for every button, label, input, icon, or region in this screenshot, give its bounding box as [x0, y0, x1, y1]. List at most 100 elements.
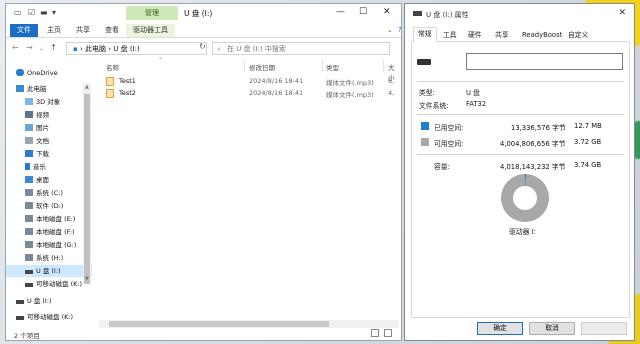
sidebar-item-drive-c[interactable]: 系统 (C:): [6, 187, 92, 199]
sidebar-item-downloads[interactable]: 下载: [6, 148, 92, 160]
search-icon: ⌕: [217, 45, 221, 53]
column-header-date[interactable]: 修改日期: [249, 62, 275, 72]
tab-drive-tools[interactable]: 驱动器工具: [126, 24, 175, 37]
drive-icon: [25, 202, 33, 209]
sidebar-item-3d[interactable]: 3D 对象: [6, 96, 92, 108]
sidebar-item-pictures[interactable]: 图片: [6, 122, 92, 134]
large-icons-view-icon[interactable]: [384, 329, 392, 337]
minimize-icon[interactable]: —: [336, 7, 345, 17]
picture-icon: [25, 124, 33, 131]
tab-general[interactable]: 常规: [413, 27, 437, 42]
tab-hardware[interactable]: 硬件: [464, 29, 486, 42]
tab-file[interactable]: 文件: [10, 24, 38, 37]
scroll-down-icon[interactable]: ▼: [85, 276, 89, 282]
usb-drive-icon: [25, 283, 33, 287]
desktop-icon: [25, 176, 33, 183]
file-date: 2024/8/16 18:41: [249, 89, 304, 97]
scroll-up-icon[interactable]: ▲: [85, 84, 89, 90]
new-folder-quick-icon[interactable]: ▬: [40, 8, 48, 17]
manage-context-tab[interactable]: 管理: [126, 6, 178, 20]
tab-customize[interactable]: 自定义: [564, 29, 592, 42]
search-input[interactable]: ⌕ 在 U 盘 (I:) 中搜索: [212, 42, 390, 55]
quick-access-dropdown-icon[interactable]: ▾: [52, 8, 56, 17]
used-space-label: 已用空间:: [434, 124, 464, 132]
sidebar-item-drive-k[interactable]: 可移动磁盘 (K:): [6, 278, 92, 290]
sidebar-item-drive-d[interactable]: 软件 (D:): [6, 200, 92, 212]
tab-sharing[interactable]: 共享: [491, 29, 513, 42]
cancel-button[interactable]: 取消: [529, 322, 575, 335]
sidebar-item-usb-root[interactable]: U 盘 (I:): [6, 295, 92, 307]
refresh-icon[interactable]: ↻: [199, 42, 209, 51]
tab-readyboost[interactable]: ReadyBoost: [518, 29, 566, 42]
horizontal-scroll-thumb[interactable]: [109, 321, 329, 327]
used-space-size: 12.7 MB: [574, 122, 602, 130]
usb-drive-icon: [16, 300, 24, 304]
filesystem-label: 文件系统:: [419, 102, 449, 110]
file-size: 4,: [388, 89, 395, 97]
details-view-icon[interactable]: [371, 329, 379, 337]
sidebar-item-drive-g[interactable]: 本地磁盘 (G:): [6, 239, 92, 251]
usb-drive-icon: [16, 316, 24, 320]
ok-button[interactable]: 确定: [477, 322, 523, 335]
free-space-size: 3.72 GB: [574, 138, 602, 146]
computer-icon: ▪: [73, 45, 78, 53]
apply-button[interactable]: [581, 322, 627, 335]
drive-icon: [25, 241, 33, 248]
dialog-title: U 盘 (I:) 属性: [413, 10, 469, 20]
tab-home[interactable]: 主页: [40, 24, 68, 37]
music-icon: [25, 163, 30, 170]
file-type: 媒体文件(.mp3): [326, 79, 374, 87]
table-row[interactable]: Test1 2024/8/16 18:41 媒体文件(.mp3) 6,: [98, 76, 398, 87]
sidebar-item-this-pc[interactable]: 此电脑: [6, 83, 92, 95]
window-title: U 盘 (I:): [184, 9, 213, 18]
recent-dropdown-icon[interactable]: ⌄: [39, 45, 44, 52]
properties-quick-icon[interactable]: ☑: [28, 8, 35, 17]
address-bar-row: ← → ⌄ ↑ ▪ › 此电脑 › U 盘 (I:) ↻ ⌕ 在 U 盘 (I:…: [6, 39, 401, 58]
table-row[interactable]: Test2 2024/8/16 18:41 媒体文件(.mp3) 4,: [98, 88, 398, 99]
sidebar-item-drive-f[interactable]: 本地磁盘 (F:): [6, 226, 92, 238]
forward-icon[interactable]: →: [26, 43, 33, 52]
address-box[interactable]: ▪ › 此电脑 › U 盘 (I:): [66, 42, 207, 55]
column-header-name[interactable]: 名称: [106, 62, 119, 72]
close-icon[interactable]: ✕: [618, 8, 626, 18]
file-date: 2024/8/16 18:41: [249, 77, 304, 85]
sidebar-item-documents[interactable]: 文档: [6, 135, 92, 147]
capacity-size: 3.74 GB: [574, 161, 602, 169]
video-icon: [25, 111, 33, 118]
tab-view[interactable]: 查看: [98, 24, 126, 37]
back-icon[interactable]: ←: [12, 43, 19, 52]
usb-drive-icon: [417, 59, 431, 65]
audio-file-icon: [106, 89, 114, 98]
sidebar-item-drive-i[interactable]: U 盘 (I:): [6, 265, 92, 277]
maximize-icon[interactable]: ☐: [359, 7, 367, 17]
tab-tools[interactable]: 工具: [439, 29, 461, 42]
drive-icon[interactable]: ▭: [14, 8, 22, 17]
document-icon: [25, 137, 33, 144]
type-label: 类型:: [419, 89, 435, 97]
file-name: Test2: [119, 89, 136, 97]
usb-drive-icon: [25, 270, 33, 274]
disk-usage-donut: [501, 174, 549, 222]
breadcrumb-usb[interactable]: U 盘 (I:): [113, 45, 139, 53]
sidebar-item-removable-root[interactable]: 可移动磁盘 (K:): [6, 311, 92, 323]
file-list: 名称 ⌃ 修改日期 类型 大小 Test1 2024/8/16 18:41 媒体…: [98, 57, 398, 323]
sidebar-item-music[interactable]: 音乐: [6, 161, 92, 173]
type-value: U 盘: [466, 89, 480, 97]
tab-share[interactable]: 共享: [69, 24, 97, 37]
close-icon[interactable]: ✕: [383, 7, 391, 17]
used-space-swatch: [421, 122, 429, 130]
sidebar-scroll-thumb[interactable]: [84, 94, 90, 284]
breadcrumb-this-pc[interactable]: 此电脑: [85, 45, 106, 53]
sidebar-item-drive-h[interactable]: 系统 (H:): [6, 252, 92, 264]
column-header-type[interactable]: 类型: [326, 62, 339, 72]
computer-icon: [16, 85, 24, 92]
cloud-icon: [16, 69, 24, 76]
sidebar-item-drive-e[interactable]: 本地磁盘 (E:): [6, 213, 92, 225]
sidebar-item-videos[interactable]: 视频: [6, 109, 92, 121]
up-icon[interactable]: ↑: [50, 43, 57, 52]
capacity-label: 容量:: [434, 163, 450, 171]
sidebar-item-desktop[interactable]: 桌面: [6, 174, 92, 186]
volume-name-input[interactable]: [466, 53, 623, 70]
sidebar-item-onedrive[interactable]: OneDrive: [6, 67, 92, 79]
title-bar: ▭ ☑ ▬ ▾ 管理 U 盘 (I:) — ☐ ✕: [6, 4, 401, 22]
